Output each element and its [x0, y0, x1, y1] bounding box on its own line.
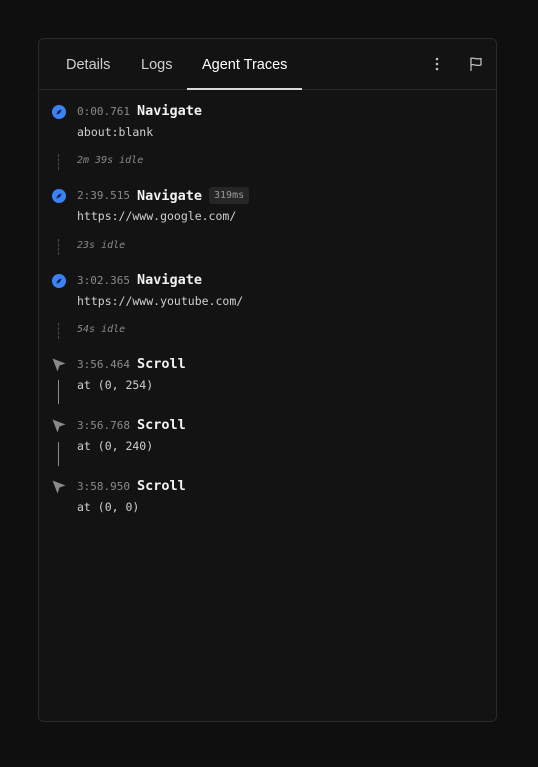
trace-event-navigate[interactable]: 3:02.365 Navigate https://www.youtube.co… — [39, 259, 496, 309]
idle-gap: 2m 39s idle — [39, 152, 496, 172]
event-action: Navigate — [136, 187, 203, 204]
event-action: Scroll — [136, 417, 186, 433]
idle-gap: 54s idle — [39, 321, 496, 341]
compass-icon — [52, 105, 66, 119]
idle-duration: 23s idle — [77, 240, 126, 251]
trace-event-navigate[interactable]: 0:00.761 Navigate about:blank — [39, 90, 496, 140]
compass-icon — [52, 189, 66, 203]
event-timestamp: 3:02.365 — [77, 273, 130, 287]
event-detail: at (0, 240) — [77, 439, 154, 453]
idle-duration: 54s idle — [77, 324, 126, 335]
idle-connector — [58, 154, 59, 170]
tab-logs[interactable]: Logs — [141, 39, 172, 89]
trace-event-scroll[interactable]: 3:56.464 Scroll at (0, 254) — [39, 343, 496, 393]
event-connector — [58, 442, 59, 466]
event-detail: at (0, 0) — [77, 500, 140, 514]
event-detail: at (0, 254) — [77, 378, 154, 392]
event-timestamp: 0:00.761 — [77, 104, 130, 118]
tab-details[interactable]: Details — [66, 39, 110, 89]
trace-event-scroll[interactable]: 3:58.950 Scroll at (0, 0) — [39, 465, 496, 515]
compass-icon — [52, 274, 66, 288]
idle-gap: 23s idle — [39, 237, 496, 257]
more-options-button[interactable] — [426, 53, 448, 75]
event-action: Scroll — [136, 356, 186, 372]
event-detail: about:blank — [77, 125, 154, 139]
cursor-arrow-icon — [52, 419, 66, 433]
tab-bar: Details Logs Agent Traces — [39, 39, 496, 90]
idle-connector — [58, 323, 59, 339]
event-action: Navigate — [136, 272, 203, 288]
idle-connector — [58, 239, 59, 255]
trace-event-navigate[interactable]: 2:39.515 Navigate 319ms https://www.goog… — [39, 174, 496, 224]
duration-badge: 319ms — [209, 187, 250, 204]
event-timestamp: 3:56.464 — [77, 357, 130, 371]
more-vertical-icon — [435, 57, 439, 71]
event-timestamp: 2:39.515 — [77, 189, 130, 202]
event-timestamp: 3:56.768 — [77, 418, 130, 432]
trace-event-list: 0:00.761 Navigate about:blank 2m 39s idl… — [39, 90, 496, 721]
flag-button[interactable] — [465, 53, 487, 75]
flag-icon — [470, 57, 482, 72]
event-detail: https://www.google.com/ — [77, 209, 237, 223]
event-timestamp: 3:58.950 — [77, 479, 130, 493]
event-detail: https://www.youtube.com/ — [77, 294, 244, 308]
tab-agent-traces[interactable]: Agent Traces — [186, 39, 303, 90]
cursor-arrow-icon — [52, 480, 66, 494]
event-action: Scroll — [136, 478, 186, 494]
event-action: Navigate — [136, 103, 203, 119]
trace-event-scroll[interactable]: 3:56.768 Scroll at (0, 240) — [39, 404, 496, 454]
idle-duration: 2m 39s idle — [77, 155, 144, 166]
agent-traces-panel: Details Logs Agent Traces 0:00.761 Navig… — [38, 38, 497, 722]
event-connector — [58, 380, 59, 404]
cursor-arrow-icon — [52, 358, 66, 372]
